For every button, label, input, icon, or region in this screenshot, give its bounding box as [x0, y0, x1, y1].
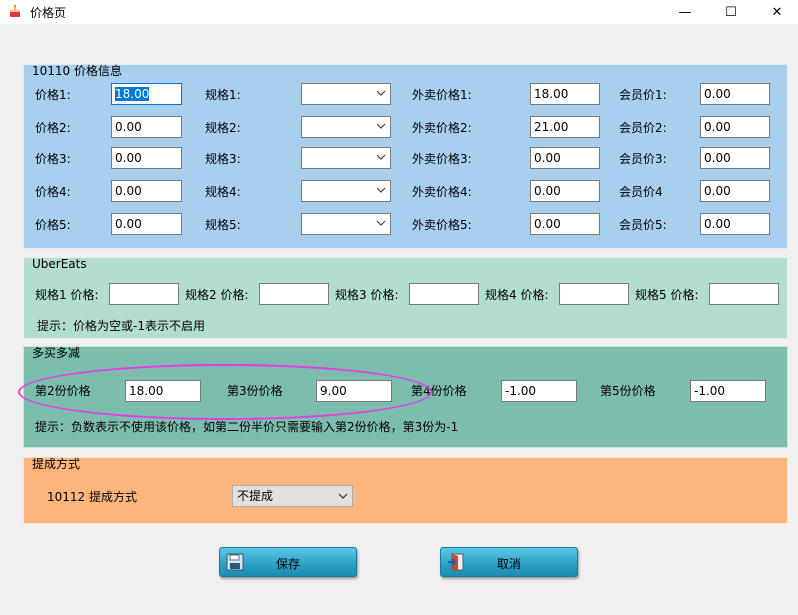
minimize-button[interactable]: — [662, 0, 708, 24]
takeout-price-3-input[interactable]: 0.00 [530, 147, 600, 169]
save-button-label: 保存 [275, 557, 300, 571]
spec-5-select[interactable] [301, 213, 391, 235]
cancel-button[interactable]: 取消 [440, 547, 578, 577]
ubereats-spec-3-input[interactable] [409, 283, 479, 305]
takeout-price-1-label: 外卖价格1: [412, 88, 472, 102]
multibuy-hint: 提示：负数表示不使用该价格，如第二份半价只需要输入第2份价格，第3份为-1 [35, 420, 459, 434]
commission-method-select[interactable]: 不提成 [232, 485, 353, 507]
ubereats-spec-4-input[interactable] [559, 283, 629, 305]
maximize-button[interactable]: ☐ [708, 0, 754, 24]
member-price-4-label: 会员价4 [619, 185, 663, 199]
price-5-input[interactable]: 0.00 [111, 213, 182, 235]
price-2-input[interactable]: 0.00 [111, 116, 182, 138]
takeout-price-4-label: 外卖价格4: [412, 185, 472, 199]
spec-3-label: 规格3: [205, 152, 241, 166]
chevron-down-icon [376, 187, 386, 193]
fourth-item-price-input[interactable]: -1.00 [501, 380, 577, 402]
price-info-legend: 10110 价格信息 [32, 64, 122, 78]
commission-method-label: 10112 提成方式 [47, 490, 137, 504]
member-price-3-input[interactable]: 0.00 [700, 147, 770, 169]
third-item-price-label: 第3份价格 [227, 384, 283, 398]
ubereats-group: UberEats 规格1 价格: 规格2 价格: 规格3 价格: 规格4 价格:… [23, 257, 788, 339]
member-price-1-label: 会员价1: [619, 88, 667, 102]
spec-2-label: 规格2: [205, 121, 241, 135]
cake-icon [10, 4, 20, 17]
multibuy-legend: 多买多减 [32, 346, 81, 360]
price-3-input[interactable]: 0.00 [111, 147, 182, 169]
maximize-icon: ☐ [725, 4, 737, 20]
spec-4-label: 规格4: [205, 185, 241, 199]
ubereats-spec-2-input[interactable] [259, 283, 329, 305]
member-price-5-label: 会员价5: [619, 218, 667, 232]
multibuy-group: 多买多减 第2份价格 18.00 第3份价格 9.00 第4份价格 -1.00 … [23, 346, 788, 448]
minimize-icon: — [678, 4, 692, 20]
ubereats-spec-1-label: 规格1 价格: [35, 288, 99, 302]
close-button[interactable]: ✕ [754, 0, 798, 24]
spec-2-select[interactable] [301, 116, 391, 138]
price-4-input[interactable]: 0.00 [111, 180, 182, 202]
ubereats-hint: 提示：价格为空或-1表示不启用 [37, 319, 205, 333]
member-price-2-label: 会员价2: [619, 121, 667, 135]
ubereats-spec-5-label: 规格5 价格: [635, 288, 699, 302]
takeout-price-5-input[interactable]: 0.00 [530, 213, 600, 235]
ubereats-legend: UberEats [32, 257, 87, 271]
chevron-down-icon [376, 220, 386, 226]
second-item-price-input[interactable]: 18.00 [125, 380, 201, 402]
price-2-label: 价格2: [35, 121, 71, 135]
price-3-label: 价格3: [35, 152, 71, 166]
save-button[interactable]: 保存 [219, 547, 357, 577]
member-price-5-input[interactable]: 0.00 [700, 213, 770, 235]
fourth-item-price-label: 第4份价格 [411, 384, 467, 398]
takeout-price-1-input[interactable]: 18.00 [530, 83, 600, 105]
price-5-label: 价格5: [35, 218, 71, 232]
window-title: 价格页 [30, 6, 67, 20]
member-price-4-input[interactable]: 0.00 [700, 180, 770, 202]
takeout-price-3-label: 外卖价格3: [412, 152, 472, 166]
price-1-input[interactable]: 18.00 [111, 83, 182, 105]
ubereats-spec-2-label: 规格2 价格: [185, 288, 249, 302]
fifth-item-price-label: 第5份价格 [600, 384, 656, 398]
commission-legend: 提成方式 [32, 457, 81, 471]
takeout-price-2-input[interactable]: 21.00 [530, 116, 600, 138]
ubereats-spec-1-input[interactable] [109, 283, 179, 305]
spec-3-select[interactable] [301, 147, 391, 169]
ubereats-spec-3-label: 规格3 价格: [335, 288, 399, 302]
spec-1-label: 规格1: [205, 88, 241, 102]
close-icon: ✕ [771, 4, 783, 20]
chevron-down-icon [338, 493, 348, 499]
spec-5-label: 规格5: [205, 218, 241, 232]
member-price-3-label: 会员价3: [619, 152, 667, 166]
takeout-price-2-label: 外卖价格2: [412, 121, 472, 135]
fifth-item-price-input[interactable]: -1.00 [690, 380, 766, 402]
price-1-label: 价格1: [35, 88, 71, 102]
takeout-price-4-input[interactable]: 0.00 [530, 180, 600, 202]
price-4-label: 价格4: [35, 185, 71, 199]
ubereats-spec-5-input[interactable] [709, 283, 779, 305]
commission-group: 提成方式 10112 提成方式 不提成 [23, 457, 788, 524]
takeout-price-5-label: 外卖价格5: [412, 218, 472, 232]
ubereats-spec-4-label: 规格4 价格: [485, 288, 549, 302]
spec-1-select[interactable] [301, 83, 391, 105]
chevron-down-icon [376, 90, 386, 96]
title-bar: 价格页 — ☐ ✕ [0, 0, 798, 24]
third-item-price-input[interactable]: 9.00 [316, 380, 392, 402]
spec-4-select[interactable] [301, 180, 391, 202]
cancel-button-label: 取消 [496, 557, 521, 571]
member-price-2-input[interactable]: 0.00 [700, 116, 770, 138]
second-item-price-label: 第2份价格 [35, 384, 91, 398]
chevron-down-icon [376, 123, 386, 129]
member-price-1-input[interactable]: 0.00 [700, 83, 770, 105]
price-info-group: 10110 价格信息 价格1: 18.00 规格1: 外卖价格1: 18.00 … [23, 64, 788, 249]
chevron-down-icon [376, 154, 386, 160]
